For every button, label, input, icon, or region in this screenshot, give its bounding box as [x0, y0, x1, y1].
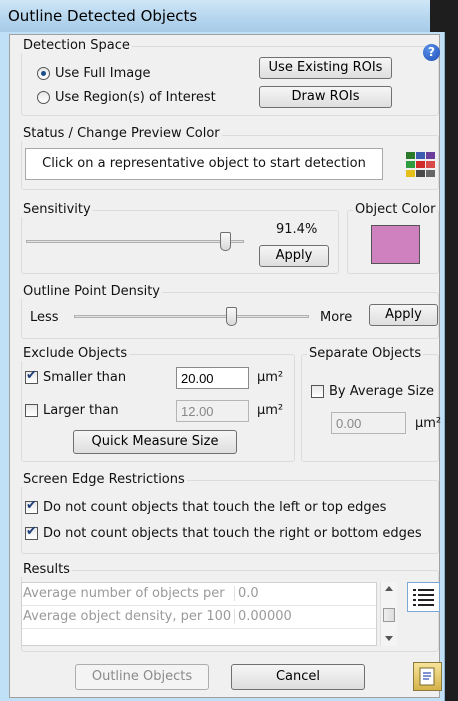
table-row[interactable]: Average object density, per 100 0.00000: [22, 606, 376, 629]
result-name: Average number of objects per: [23, 586, 225, 601]
larger-than-input[interactable]: [176, 400, 249, 422]
palette-swatch[interactable]: [416, 170, 425, 177]
smaller-than-checkbox[interactable]: ✔: [25, 368, 38, 384]
larger-than-label[interactable]: Larger than: [43, 403, 119, 418]
larger-than-checkbox[interactable]: [25, 404, 38, 417]
macro-record-icon[interactable]: [413, 662, 442, 691]
results-table[interactable]: Average number of objects per 0.0 Averag…: [21, 582, 377, 646]
table-row[interactable]: Average number of objects per 0.0: [22, 583, 376, 606]
use-existing-rois-button[interactable]: Use Existing ROIs: [259, 57, 392, 79]
larger-unit-label: µm²: [257, 403, 284, 418]
smaller-unit-label: µm²: [257, 370, 284, 385]
palette-swatch[interactable]: [416, 161, 425, 168]
palette-swatch[interactable]: [406, 170, 415, 177]
list-icon: [413, 589, 434, 606]
right-bottom-edge-checkbox[interactable]: ✔: [25, 524, 38, 540]
separate-size-input[interactable]: [331, 412, 406, 434]
density-slider-track[interactable]: [74, 315, 309, 318]
radio-selected-dot: [41, 71, 46, 76]
left-top-edge-checkbox[interactable]: ✔: [25, 498, 38, 514]
status-message-box: Click on a representative object to star…: [25, 148, 383, 180]
quick-measure-size-button[interactable]: Quick Measure Size: [73, 430, 237, 454]
window-title: Outline Detected Objects: [8, 7, 198, 25]
checkmark-icon: ✔: [26, 524, 37, 539]
preview-color-palette-icon[interactable]: [403, 150, 437, 180]
checkmark-icon: ✔: [26, 498, 37, 513]
result-name: Average object density, per 100: [23, 609, 232, 624]
density-more-label: More: [320, 310, 353, 325]
smaller-than-input[interactable]: [176, 367, 249, 389]
use-full-image-label[interactable]: Use Full Image: [55, 66, 151, 81]
result-value: 0.00000: [234, 609, 292, 624]
density-less-label: Less: [30, 310, 59, 325]
exclude-objects-label: Exclude Objects: [21, 346, 130, 361]
radio-use-roi[interactable]: [37, 91, 50, 104]
status-label: Status / Change Preview Color: [21, 126, 222, 141]
left-top-edge-label[interactable]: Do not count objects that touch the left…: [43, 500, 386, 515]
status-message: Click on a representative object to star…: [42, 156, 366, 171]
screen-edge-group: [21, 480, 439, 554]
smaller-than-label[interactable]: Smaller than: [43, 370, 126, 385]
right-bottom-edge-label[interactable]: Do not count objects that touch the righ…: [43, 526, 422, 541]
object-color-label: Object Color: [353, 202, 438, 217]
density-slider-thumb[interactable]: [226, 307, 238, 326]
document-icon: [419, 667, 435, 686]
help-icon-glyph: ?: [428, 45, 435, 59]
use-roi-label[interactable]: Use Region(s) of Interest: [55, 90, 216, 105]
scroll-down-icon[interactable]: [385, 636, 393, 641]
sensitivity-label: Sensitivity: [21, 202, 93, 217]
palette-swatch[interactable]: [406, 152, 415, 159]
title-bar: Outline Detected Objects: [0, 0, 430, 33]
scroll-thumb[interactable]: [383, 608, 395, 622]
checkmark-icon: ✔: [26, 368, 37, 383]
scroll-up-icon[interactable]: [385, 586, 393, 591]
help-icon[interactable]: ?: [423, 44, 440, 61]
results-label: Results: [21, 562, 72, 577]
screen-edge-label: Screen Edge Restrictions: [21, 472, 187, 487]
draw-rois-button[interactable]: Draw ROIs: [259, 86, 392, 108]
palette-swatch[interactable]: [416, 152, 425, 159]
palette-swatch[interactable]: [426, 170, 435, 177]
radio-use-full-image[interactable]: [37, 67, 50, 80]
palette-swatch[interactable]: [426, 161, 435, 168]
sensitivity-value: 91.4%: [276, 222, 318, 237]
palette-swatch[interactable]: [426, 152, 435, 159]
results-scrollbar[interactable]: [380, 582, 397, 646]
result-value: 0.0: [234, 586, 259, 601]
density-apply-button[interactable]: Apply: [369, 304, 438, 326]
object-color-swatch[interactable]: [371, 225, 420, 264]
sensitivity-slider-thumb[interactable]: [220, 232, 232, 251]
separate-objects-label: Separate Objects: [307, 346, 424, 361]
outline-objects-button[interactable]: Outline Objects: [75, 664, 209, 690]
sensitivity-apply-button[interactable]: Apply: [259, 245, 329, 267]
results-list-view-icon[interactable]: [407, 582, 440, 612]
by-average-size-label[interactable]: By Average Size: [329, 384, 434, 399]
separate-objects-group: [301, 354, 439, 462]
palette-swatch[interactable]: [406, 161, 415, 168]
point-density-label: Outline Point Density: [21, 284, 162, 299]
by-average-size-checkbox[interactable]: [311, 385, 324, 398]
separate-unit-label: µm²: [415, 416, 442, 431]
cancel-button[interactable]: Cancel: [231, 664, 365, 690]
detection-space-label: Detection Space: [21, 38, 132, 53]
sensitivity-slider-track[interactable]: [26, 240, 244, 243]
